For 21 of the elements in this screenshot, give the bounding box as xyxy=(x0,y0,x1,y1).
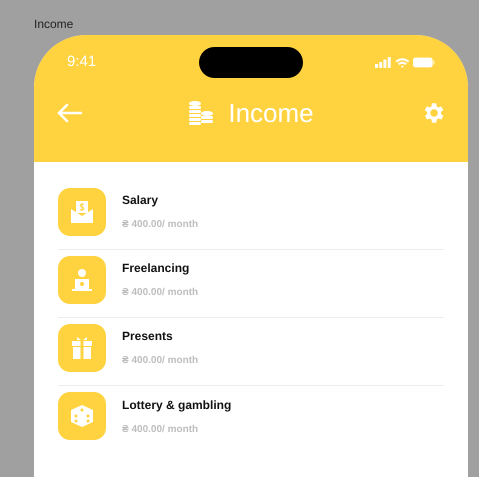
header-title: Income xyxy=(228,100,314,126)
item-name: Lottery & gambling xyxy=(122,396,232,414)
item-amount: ₴ 400.00/ month xyxy=(122,218,198,232)
item-name: Freelancing xyxy=(122,260,190,277)
signal-icon xyxy=(375,56,391,68)
frame-label: Income xyxy=(34,17,74,31)
dice-icon xyxy=(68,402,96,430)
income-item[interactable]: Freelancing ₴ 400.00/ month xyxy=(58,250,444,318)
item-amount: ₴ 400.00/ month xyxy=(122,286,198,300)
battery-icon xyxy=(413,56,435,68)
income-item[interactable]: Lottery & gambling ₴ 400.00/ month xyxy=(58,386,444,454)
wifi-icon xyxy=(394,56,410,68)
income-item[interactable]: Salary ₴ 400.00/ month xyxy=(58,182,444,250)
coin-stack-icon xyxy=(188,101,214,125)
income-item[interactable]: Presents ₴ 400.00/ month xyxy=(58,318,444,386)
status-time: 9:41 xyxy=(67,52,98,72)
item-amount: ₴ 400.00/ month xyxy=(122,354,198,368)
item-name: Presents xyxy=(122,328,174,345)
item-amount: ₴ 400.00/ month xyxy=(122,422,200,436)
back-arrow-icon[interactable] xyxy=(56,103,82,123)
item-name: Salary xyxy=(122,192,160,209)
